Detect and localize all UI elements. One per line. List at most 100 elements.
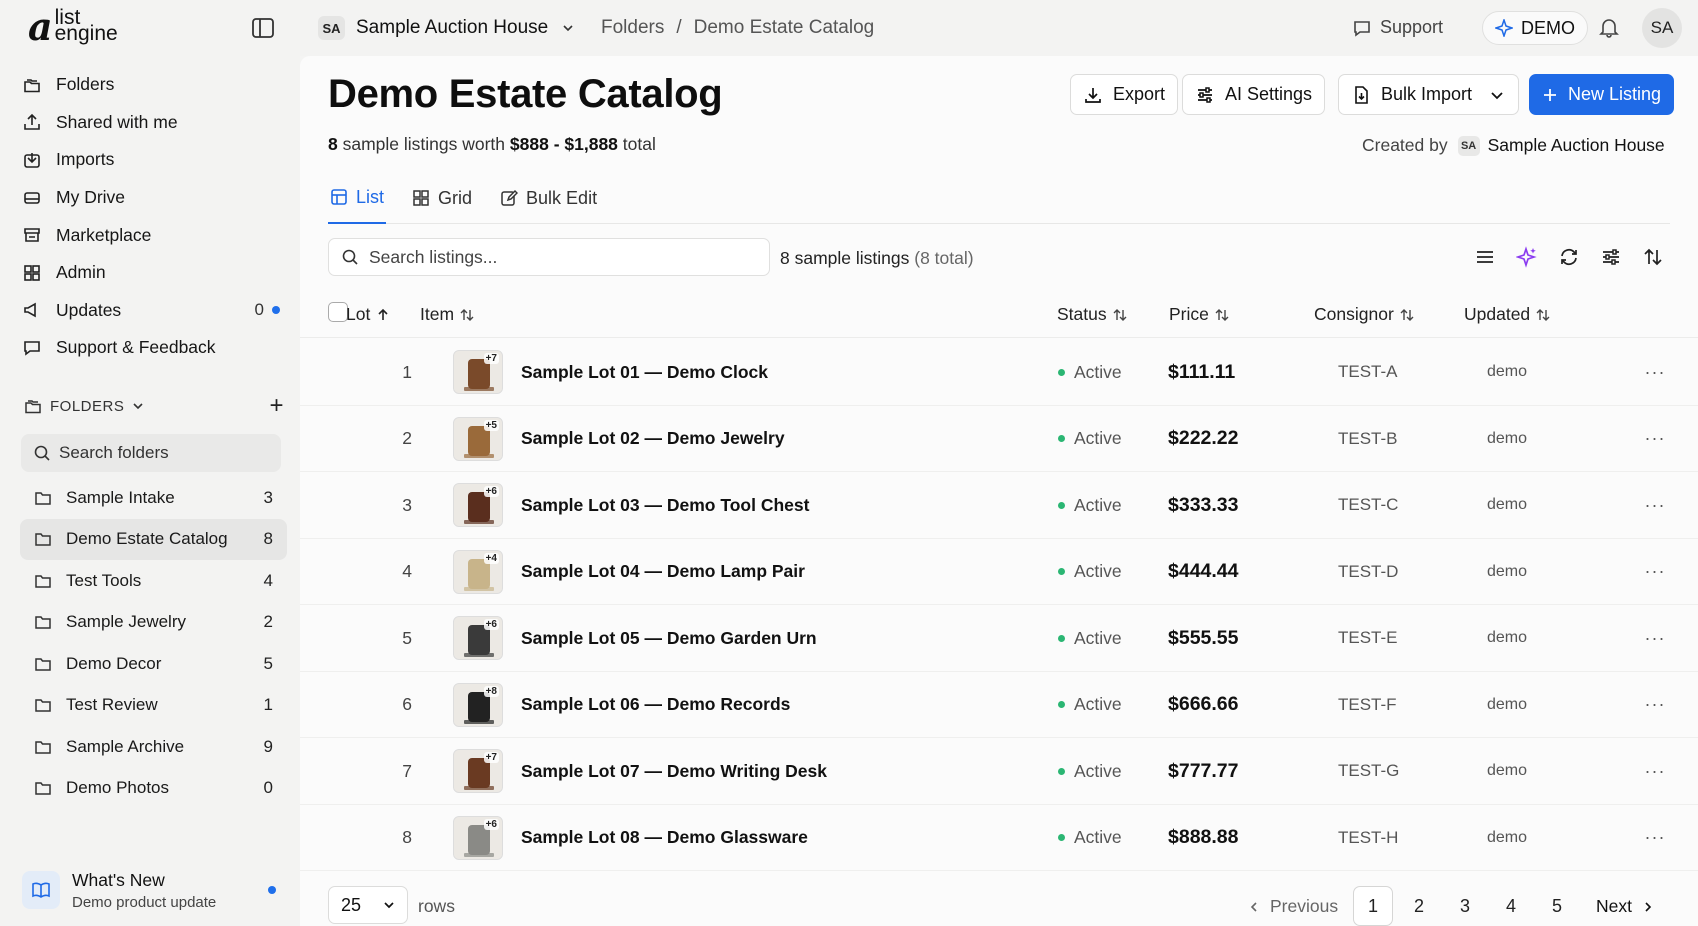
item-thumbnail[interactable]: +6 [453,815,503,860]
nav-item-label: My Drive [56,187,126,208]
row-actions-menu[interactable]: ··· [1640,805,1670,871]
next-page-button[interactable]: Next [1596,896,1654,917]
creator-name[interactable]: Sample Auction House [1488,135,1665,156]
folder-count: 0 [263,778,273,798]
item-thumbnail[interactable]: +6 [453,483,503,527]
folder-item[interactable]: Demo Photos 0 [20,768,287,810]
org-switcher[interactable]: Sample Auction House [356,17,548,39]
item-thumbnail[interactable]: +6 [453,616,503,660]
folder-item[interactable]: Sample Archive 9 [20,726,287,768]
user-avatar[interactable]: SA [1642,8,1682,48]
bell-icon[interactable] [1598,16,1620,38]
item-thumbnail[interactable]: +5 [453,416,503,461]
folder-item[interactable]: Demo Estate Catalog 8 [20,518,287,560]
row-actions-menu[interactable]: ··· [1640,539,1670,605]
new-listing-button[interactable]: New Listing [1529,74,1675,115]
nav-item-updates[interactable]: Updates 0 [22,292,284,330]
ai-sparkle-icon[interactable] [1516,246,1538,268]
demo-mode-badge[interactable]: DEMO [1482,11,1588,45]
column-lot[interactable]: Lot [346,304,390,325]
row-actions-menu[interactable]: ··· [1640,339,1670,405]
row-actions-menu[interactable]: ··· [1640,472,1670,538]
page-3-button[interactable]: 3 [1445,886,1485,926]
item-thumbnail[interactable]: +8 [453,682,503,727]
column-price[interactable]: Price [1169,304,1229,325]
nav-item-admin[interactable]: Admin [22,254,284,292]
nav-item-label: Imports [56,149,115,170]
page-4-button[interactable]: 4 [1491,886,1531,926]
column-consignor[interactable]: Consignor [1314,304,1414,325]
item-title[interactable]: Sample Lot 07 — Demo Writing Desk [521,738,827,804]
nav-item-folders[interactable]: Folders [22,66,284,104]
listing-search[interactable] [328,238,770,276]
breadcrumb-folders[interactable]: Folders [601,17,664,39]
density-icon[interactable] [1474,246,1496,268]
support-link[interactable]: Support [1352,17,1443,38]
row-actions-menu[interactable]: ··· [1640,738,1670,804]
page-2-button[interactable]: 2 [1399,886,1439,926]
page-1-button[interactable]: 1 [1353,886,1393,926]
item-title[interactable]: Sample Lot 01 — Demo Clock [521,339,768,405]
filter-sliders-icon[interactable] [1600,246,1622,268]
folder-label: Test Tools [66,570,142,590]
tab-grid[interactable]: Grid [410,172,474,224]
refresh-icon[interactable] [1558,246,1580,268]
row-actions-menu[interactable]: ··· [1640,605,1670,671]
folder-item[interactable]: Sample Intake 3 [20,477,287,519]
previous-page-button[interactable]: Previous [1248,896,1338,917]
column-item[interactable]: Item [420,304,474,325]
row-actions-menu[interactable]: ··· [1640,672,1670,738]
table-row[interactable]: 7 +7 Sample Lot 07 — Demo Writing Desk Acti… [300,738,1698,805]
chevron-down-icon[interactable] [562,22,574,34]
sparkle-icon [1495,19,1513,37]
table-row[interactable]: 6 +8 Sample Lot 06 — Demo Records Active $66… [300,672,1698,738]
rows-per-page-select[interactable]: 25 [328,886,408,924]
app-logo[interactable]: a list engine [28,7,118,46]
export-button[interactable]: Export [1070,74,1179,115]
folder-item[interactable]: Sample Jewelry 2 [20,602,287,644]
item-thumbnail[interactable]: +7 [453,350,503,394]
folder-item[interactable]: Demo Decor 5 [20,643,287,685]
sort-icon[interactable] [1642,246,1664,268]
sidebar-toggle-icon[interactable] [252,18,274,38]
table-row[interactable]: 1 +7 Sample Lot 01 — Demo Clock Active $111.… [300,339,1698,406]
item-thumbnail[interactable]: +4 [453,549,503,594]
page-5-button[interactable]: 5 [1537,886,1577,926]
folder-search-input[interactable]: Search folders [21,434,281,472]
column-updated[interactable]: Updated [1464,304,1550,325]
item-title[interactable]: Sample Lot 05 — Demo Garden Urn [521,605,817,671]
column-status[interactable]: Status [1057,304,1127,325]
nav-item-my-drive[interactable]: My Drive [22,179,284,217]
table-row[interactable]: 4 +4 Sample Lot 04 — Demo Lamp Pair Active $… [300,539,1698,605]
folders-section-header[interactable]: FOLDERS + [24,394,286,418]
folder-count: 5 [263,653,273,673]
item-title[interactable]: Sample Lot 06 — Demo Records [521,672,790,738]
item-title[interactable]: Sample Lot 08 — Demo Glassware [521,805,808,871]
table-icon [330,188,348,206]
table-row[interactable]: 5 +6 Sample Lot 05 — Demo Garden Urn Active… [300,605,1698,672]
tab-bulk-edit[interactable]: Bulk Edit [498,172,599,224]
folder-item[interactable]: Test Tools 4 [20,560,287,602]
folder-item[interactable]: Test Review 1 [20,685,287,727]
bulk-import-button[interactable]: Bulk Import [1338,74,1486,115]
item-thumbnail[interactable]: +7 [453,749,503,793]
item-title[interactable]: Sample Lot 03 — Demo Tool Chest [521,472,809,538]
nav-item-imports[interactable]: Imports [22,141,284,179]
nav-item-shared[interactable]: Shared with me [22,104,284,142]
select-all-checkbox[interactable] [328,302,348,322]
nav-item-support-feedback[interactable]: Support & Feedback [22,329,284,367]
add-folder-button[interactable]: + [269,394,284,418]
bulk-import-dropdown[interactable] [1475,74,1519,115]
whats-new-card[interactable]: What's New Demo product update [22,866,284,914]
item-title[interactable]: Sample Lot 04 — Demo Lamp Pair [521,539,805,605]
table-row[interactable]: 8 +6 Sample Lot 08 — Demo Glassware Active $… [300,805,1698,871]
row-actions-menu[interactable]: ··· [1640,406,1670,472]
search-input[interactable] [369,246,759,268]
table-row[interactable]: 2 +5 Sample Lot 02 — Demo Jewelry Active $22… [300,406,1698,472]
nav-item-marketplace[interactable]: Marketplace [22,216,284,254]
table-row[interactable]: 3 +6 Sample Lot 03 — Demo Tool Chest Active… [300,472,1698,539]
tab-list[interactable]: List [328,172,387,224]
ai-settings-button[interactable]: AI Settings [1182,74,1326,115]
item-title[interactable]: Sample Lot 02 — Demo Jewelry [521,406,785,472]
status-badge: Active [1058,805,1122,871]
